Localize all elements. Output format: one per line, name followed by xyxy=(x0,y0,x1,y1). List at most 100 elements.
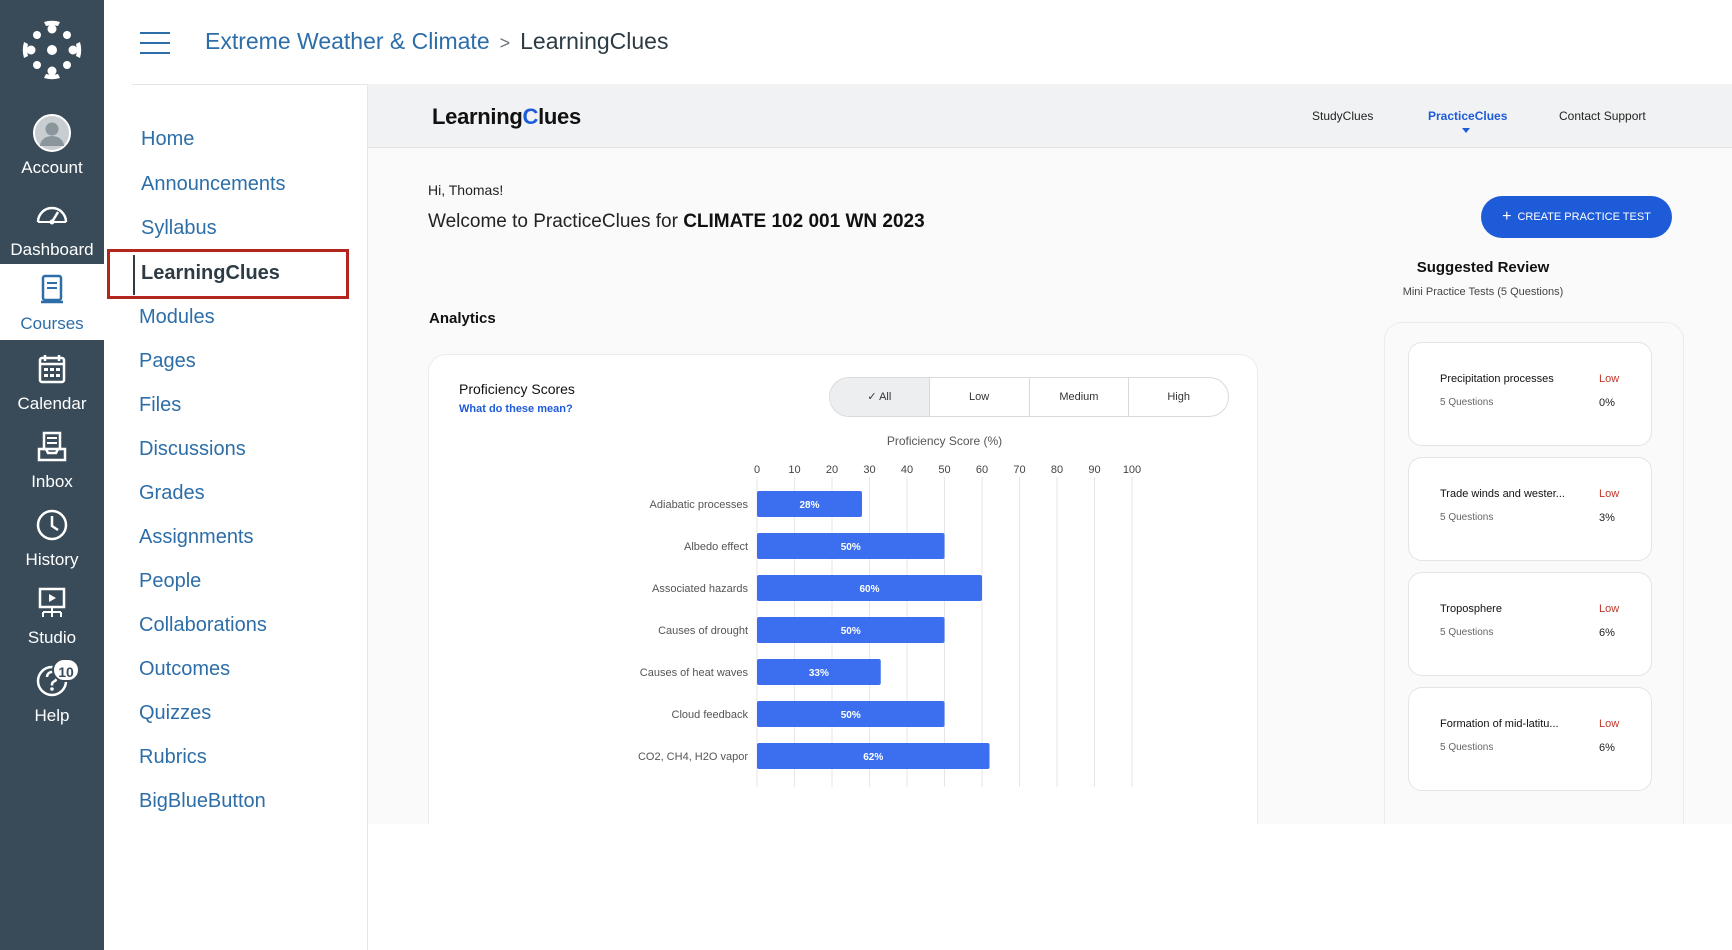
course-nav-modules[interactable]: Modules xyxy=(139,306,215,329)
global-nav-studio[interactable]: Studio xyxy=(0,578,104,654)
global-nav-history[interactable]: History xyxy=(0,500,104,576)
welcome-prefix: Welcome to PracticeClues for xyxy=(428,211,678,232)
review-percent: 6% xyxy=(1599,742,1615,754)
global-nav-dashboard-label: Dashboard xyxy=(10,240,94,259)
review-level-badge: Low xyxy=(1599,488,1620,500)
chart-data-label: 50% xyxy=(841,542,861,553)
learningclues-tool-frame: LearningClues StudyClues PracticeClues C… xyxy=(368,84,1732,824)
chart-category-label: Albedo effect xyxy=(684,541,748,553)
global-nav-account-label: Account xyxy=(21,158,83,177)
course-nav-grades[interactable]: Grades xyxy=(139,482,205,505)
tab-contact-support[interactable]: Contact Support xyxy=(1559,109,1646,123)
chart-tick-label: 100 xyxy=(1123,464,1141,476)
proficiency-bar-chart: Proficiency Score (%) 0 10 20 30 40 50 60 70 80 90… xyxy=(638,434,1141,787)
active-tab-caret-icon xyxy=(1462,128,1470,133)
logo-text-learning: Learning xyxy=(432,104,523,129)
create-practice-test-label: CREATE PRACTICE TEST xyxy=(1517,211,1651,223)
review-card[interactable]: Precipitation processes 5 Questions Low … xyxy=(1408,342,1652,446)
chart-tick-label: 0 xyxy=(754,464,760,476)
global-nav-inbox-label: Inbox xyxy=(31,472,73,491)
chart-tick-label: 20 xyxy=(826,464,838,476)
chart-data-label: 50% xyxy=(841,710,861,721)
breadcrumb-separator: > xyxy=(499,33,511,53)
dashboard-gauge-icon xyxy=(36,206,68,225)
learningclues-logo[interactable]: LearningClues xyxy=(432,104,581,130)
review-card[interactable]: Troposphere 5 Questions Low 6% xyxy=(1408,572,1652,676)
breadcrumb: Extreme Weather & Climate > LearningClues xyxy=(205,28,668,55)
global-nav-inbox[interactable]: Inbox xyxy=(0,422,104,498)
calendar-icon xyxy=(38,355,66,384)
chart-axis-title: Proficiency Score (%) xyxy=(887,434,1002,448)
course-menu-toggle-button[interactable] xyxy=(140,32,170,56)
chart-data-label: 28% xyxy=(799,500,819,511)
chart-data-label: 50% xyxy=(841,626,861,637)
course-nav-bigbluebutton[interactable]: BigBlueButton xyxy=(139,790,266,813)
create-practice-test-button[interactable]: + CREATE PRACTICE TEST xyxy=(1481,196,1672,238)
review-percent: 0% xyxy=(1599,397,1615,409)
review-topic-name: Precipitation processes xyxy=(1440,373,1554,385)
tab-studyclues[interactable]: StudyClues xyxy=(1312,109,1373,123)
global-nav: Account Dashboard Courses Calendar Inbox… xyxy=(0,0,104,950)
global-nav-dashboard[interactable]: Dashboard xyxy=(0,190,104,266)
account-avatar-icon xyxy=(33,114,71,152)
suggested-review-subtitle: Mini Practice Tests (5 Questions) xyxy=(1402,286,1564,298)
course-nav-discussions[interactable]: Discussions xyxy=(139,438,246,461)
course-nav-people[interactable]: People xyxy=(139,570,201,593)
global-nav-history-label: History xyxy=(25,550,79,569)
chart-tick-label: 40 xyxy=(901,464,913,476)
plus-icon: + xyxy=(1502,208,1512,225)
course-nav-quizzes[interactable]: Quizzes xyxy=(139,702,211,725)
tab-practiceclues[interactable]: PracticeClues xyxy=(1428,109,1507,123)
logo-text-c: C xyxy=(522,104,539,129)
course-nav-announcements[interactable]: Announcements xyxy=(141,173,286,196)
help-notification-badge: 10 xyxy=(52,658,80,682)
inbox-icon xyxy=(37,431,67,462)
chart-tick-label: 60 xyxy=(976,464,988,476)
global-nav-account[interactable]: Account xyxy=(0,108,104,184)
logo-text-lues: lues xyxy=(538,104,581,129)
course-nav-rubrics[interactable]: Rubrics xyxy=(139,746,207,769)
canvas-logo-icon[interactable] xyxy=(0,0,104,100)
review-topic-name: Troposphere xyxy=(1440,603,1502,615)
greeting-text: Hi, Thomas! xyxy=(428,182,504,198)
review-topic-name: Formation of mid-latitu... xyxy=(1440,718,1559,730)
studio-icon xyxy=(38,587,66,617)
chart-tick-label: 70 xyxy=(1013,464,1025,476)
course-nav-files[interactable]: Files xyxy=(139,394,181,417)
global-nav-help-label: Help xyxy=(34,706,70,725)
course-code: CLIMATE 102 001 WN 2023 xyxy=(683,211,925,232)
courses-book-icon xyxy=(41,274,63,304)
chart-tick-label: 10 xyxy=(788,464,800,476)
course-nav-assignments[interactable]: Assignments xyxy=(139,526,254,549)
review-question-count: 5 Questions xyxy=(1440,742,1494,753)
welcome-text: Welcome to PracticeClues for CLIMATE 102… xyxy=(428,211,925,233)
analytics-heading: Analytics xyxy=(429,310,496,327)
review-level-badge: Low xyxy=(1599,603,1620,615)
course-nav-pages[interactable]: Pages xyxy=(139,350,196,373)
chart-category-label: Causes of heat waves xyxy=(640,667,749,679)
course-nav-outcomes[interactable]: Outcomes xyxy=(139,658,230,681)
course-nav-home[interactable]: Home xyxy=(141,128,194,151)
chart-category-label: Adiabatic processes xyxy=(650,499,749,511)
chart-data-label: 60% xyxy=(859,584,879,595)
chart-category-label: Causes of drought xyxy=(658,625,748,637)
tool-header: LearningClues StudyClues PracticeClues C… xyxy=(368,84,1732,148)
highlight-annotation-box xyxy=(107,249,349,299)
breadcrumb-current: LearningClues xyxy=(520,28,669,54)
review-card[interactable]: Trade winds and wester... 5 Questions Lo… xyxy=(1408,457,1652,561)
chart-tick-label: 90 xyxy=(1088,464,1100,476)
chart-category-label: Cloud feedback xyxy=(672,709,749,721)
chart-data-label: 62% xyxy=(863,752,883,763)
review-card[interactable]: Formation of mid-latitu... 5 Questions L… xyxy=(1408,687,1652,791)
review-question-count: 5 Questions xyxy=(1440,512,1494,523)
global-nav-calendar[interactable]: Calendar xyxy=(0,344,104,420)
global-nav-courses-label: Courses xyxy=(20,314,84,333)
review-question-count: 5 Questions xyxy=(1440,397,1494,408)
course-nav-collaborations[interactable]: Collaborations xyxy=(139,614,267,637)
chart-tick-label: 80 xyxy=(1051,464,1063,476)
global-nav-help[interactable]: 10 Help xyxy=(0,656,104,732)
global-nav-courses[interactable]: Courses xyxy=(0,264,104,340)
course-nav-syllabus[interactable]: Syllabus xyxy=(141,217,217,240)
suggested-review-title: Suggested Review xyxy=(1416,259,1550,276)
breadcrumb-course-link[interactable]: Extreme Weather & Climate xyxy=(205,28,490,54)
